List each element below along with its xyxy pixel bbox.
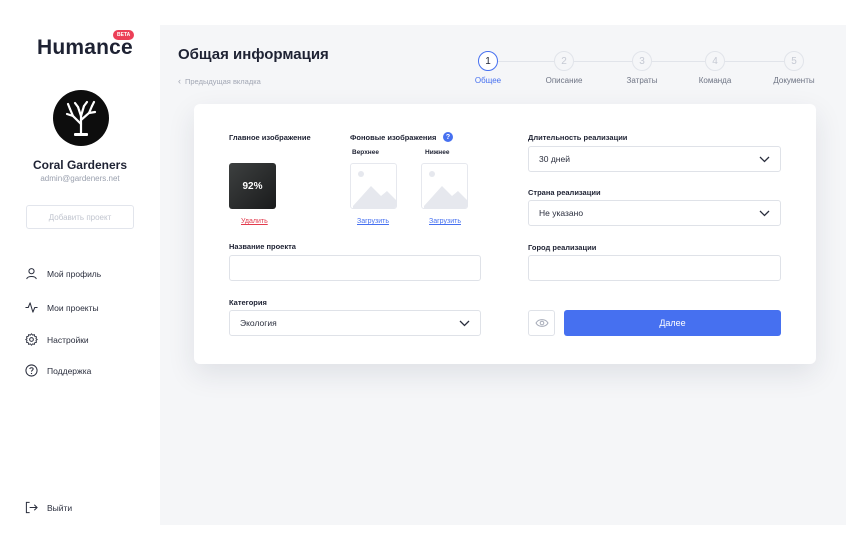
- gear-icon: [25, 333, 38, 346]
- prev-tab-link[interactable]: ‹ Предыдущая вкладка: [178, 76, 261, 86]
- city-label: Город реализации: [528, 243, 597, 252]
- chevron-down-icon: [459, 320, 470, 326]
- step-label-4[interactable]: Команда: [680, 76, 750, 85]
- category-select[interactable]: Экология: [229, 310, 481, 336]
- image-placeholder-icon: [424, 171, 467, 208]
- sidebar-item-label: Поддержка: [47, 365, 92, 376]
- sidebar-item-label: Мои проекты: [47, 302, 99, 313]
- step-connector: [574, 61, 632, 62]
- sidebar-item-projects[interactable]: Мои проекты: [25, 301, 99, 314]
- bg-top-placeholder[interactable]: [350, 163, 397, 209]
- duration-select[interactable]: 30 дней: [528, 146, 781, 172]
- preview-button[interactable]: [528, 310, 555, 336]
- user-name: Coral Gardeners: [32, 158, 128, 172]
- bg-images-label: Фоновые изображения: [350, 133, 437, 142]
- logout-label: Выйти: [47, 502, 73, 513]
- prev-tab-label: Предыдущая вкладка: [185, 76, 261, 86]
- activity-icon: [25, 302, 38, 313]
- add-project-button[interactable]: Добавить проект: [26, 205, 134, 229]
- sidebar-item-label: Мой профиль: [47, 268, 102, 279]
- category-value: Экология: [240, 318, 277, 328]
- coral-icon: [65, 100, 97, 136]
- main-image-thumbnail[interactable]: 92%: [229, 163, 276, 209]
- city-input[interactable]: [528, 255, 781, 281]
- main-image-label: Главное изображение: [229, 133, 311, 142]
- category-label: Категория: [229, 298, 267, 307]
- eye-icon: [534, 319, 549, 327]
- step-1[interactable]: 1: [478, 51, 498, 71]
- user-email: admin@gardeners.net: [40, 174, 120, 183]
- upload-top-link[interactable]: Загрузить: [357, 218, 389, 225]
- delete-image-link[interactable]: Удалить: [241, 218, 268, 225]
- sidebar-item-profile[interactable]: Мой профиль: [25, 267, 101, 280]
- upload-progress: 92%: [242, 180, 263, 192]
- sidebar-item-support[interactable]: Поддержка: [25, 364, 91, 377]
- image-placeholder-icon: [353, 171, 396, 208]
- chevron-left-icon: ‹: [178, 76, 181, 86]
- duration-label: Длительность реализации: [528, 133, 628, 142]
- bg-bottom-label: Нижнее: [425, 149, 450, 156]
- upload-bottom-link[interactable]: Загрузить: [429, 218, 461, 225]
- step-4[interactable]: 4: [705, 51, 725, 71]
- logout-icon: [25, 501, 38, 514]
- step-label-1[interactable]: Общее: [453, 76, 523, 85]
- bg-bottom-placeholder[interactable]: [421, 163, 468, 209]
- step-label-3[interactable]: Затраты: [607, 76, 677, 85]
- country-value: Не указано: [539, 208, 584, 218]
- chevron-down-icon: [759, 210, 770, 216]
- step-label-2[interactable]: Описание: [529, 76, 599, 85]
- step-connector: [498, 61, 554, 62]
- duration-value: 30 дней: [539, 154, 570, 164]
- step-connector: [725, 61, 784, 62]
- project-name-input[interactable]: [229, 255, 481, 281]
- help-circle-icon: [25, 364, 38, 377]
- chevron-down-icon: [759, 156, 770, 162]
- avatar[interactable]: [53, 90, 109, 146]
- step-label-5[interactable]: Документы: [759, 76, 829, 85]
- logout-button[interactable]: Выйти: [25, 501, 72, 514]
- sidebar-item-settings[interactable]: Настройки: [25, 333, 89, 346]
- step-2[interactable]: 2: [554, 51, 574, 71]
- user-icon: [26, 268, 37, 280]
- step-5[interactable]: 5: [784, 51, 804, 71]
- help-icon[interactable]: ?: [443, 132, 453, 142]
- project-name-label: Название проекта: [229, 242, 296, 251]
- beta-badge: BETA: [113, 30, 135, 40]
- country-select[interactable]: Не указано: [528, 200, 781, 226]
- sidebar: Humance BETA Coral Gardeners admin@garde…: [0, 0, 160, 550]
- next-button[interactable]: Далее: [564, 310, 781, 336]
- sidebar-item-label: Настройки: [47, 334, 89, 345]
- step-connector: [652, 61, 705, 62]
- page-title: Общая информация: [178, 46, 329, 63]
- country-label: Страна реализации: [528, 188, 601, 197]
- step-3[interactable]: 3: [632, 51, 652, 71]
- bg-top-label: Верхнее: [352, 149, 379, 156]
